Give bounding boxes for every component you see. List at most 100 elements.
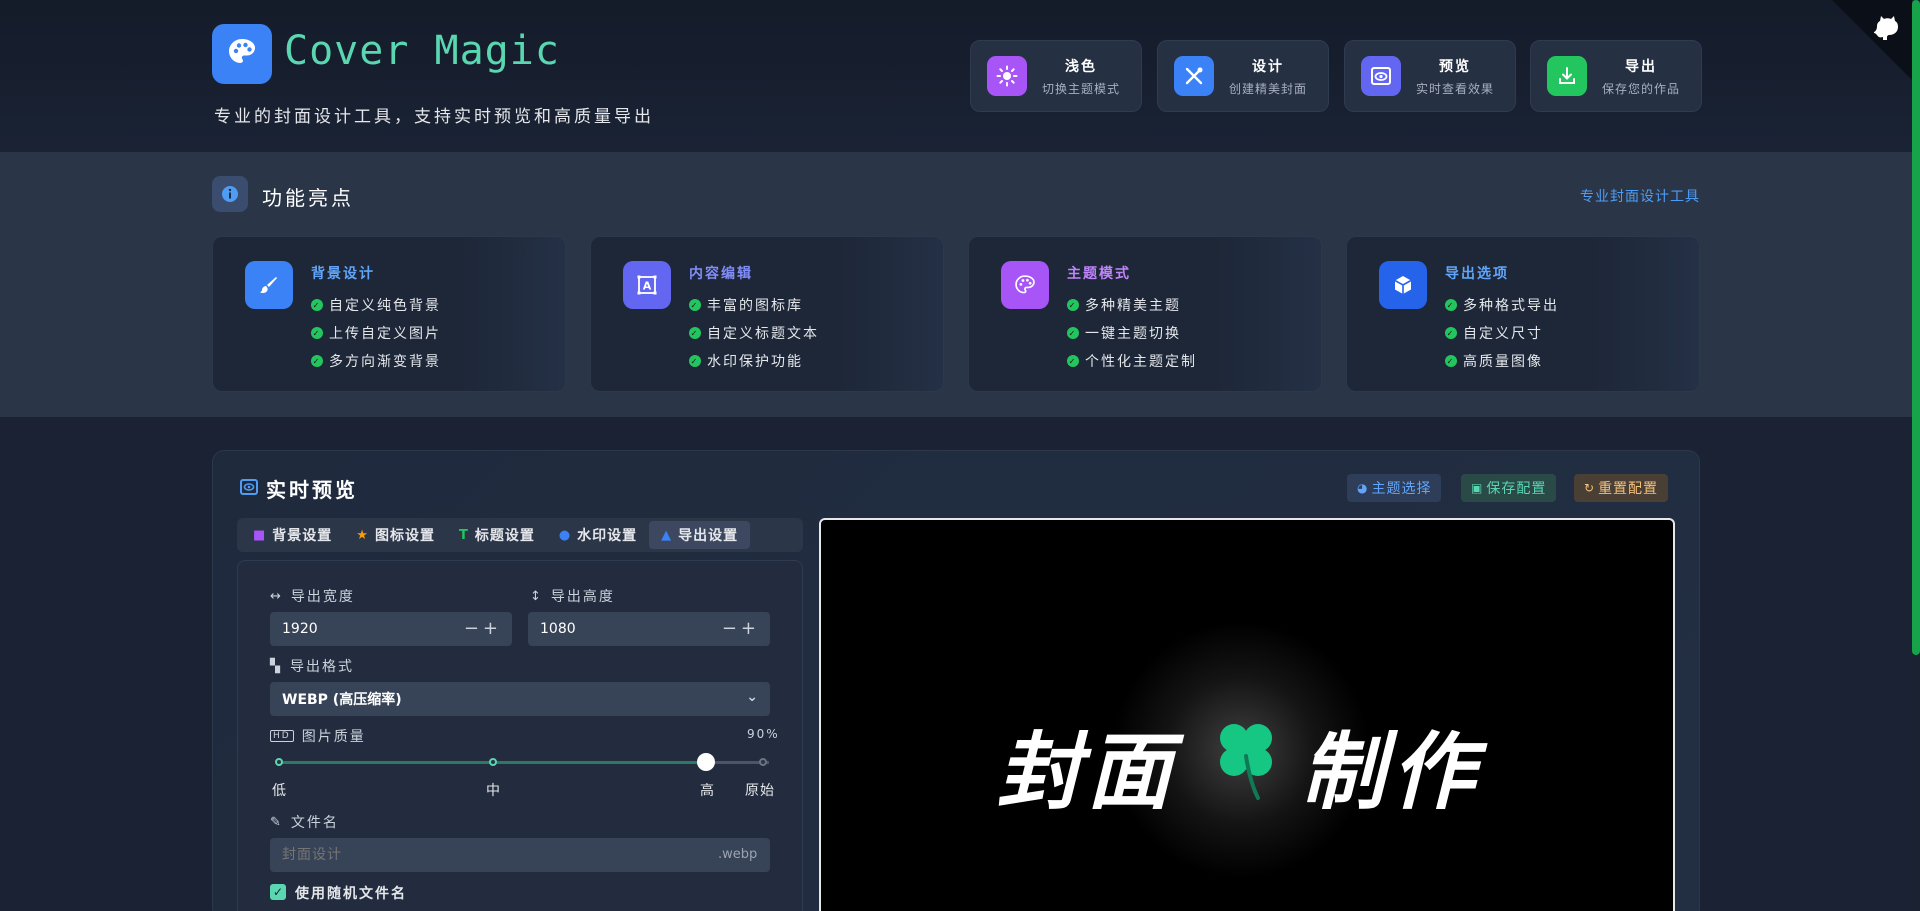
button-label: 导出 — [1625, 58, 1657, 75]
chevron-down-icon: ⌄ — [746, 689, 758, 705]
settings-tabs: ■ 背景设置 ★ 图标设置 T 标题设置 ● 水印设置 ▲ 导出设置 — [237, 518, 803, 552]
height-input[interactable]: 1080 −+ — [528, 612, 770, 646]
check-circle-icon: ✓ — [1067, 327, 1079, 339]
card-item-text: 水印保护功能 — [707, 354, 803, 370]
button-label: 浅色 — [1065, 58, 1097, 75]
brand-title: Cover Magic — [284, 28, 560, 74]
select-value: WEBP (高压缩率) — [282, 692, 402, 708]
card-item-text: 个性化主题定制 — [1085, 354, 1197, 370]
slider-label-original: 原始 — [745, 783, 775, 799]
save-config-button[interactable]: ▣ 保存配置 — [1461, 474, 1557, 502]
palette-icon: ◕ — [1357, 481, 1369, 495]
features-link[interactable]: 专业封面设计工具 — [1580, 186, 1700, 206]
card-item-text: 丰富的图标库 — [707, 298, 803, 314]
quality-slider-track[interactable] — [277, 761, 769, 764]
button-label: 设计 — [1252, 58, 1284, 75]
card-item-text: 多种格式导出 — [1463, 298, 1559, 314]
list-item: ✓ 多种格式导出 — [1445, 291, 1559, 319]
list-item: ✓ 丰富的图标库 — [689, 291, 819, 319]
random-filename-checkbox[interactable]: ✓ — [270, 884, 286, 900]
slider-label-low: 低 — [272, 783, 287, 799]
square-icon: ■ — [253, 527, 267, 543]
filename-input[interactable] — [270, 838, 770, 872]
button-desc: 切换主题模式 — [1041, 81, 1120, 96]
tab-watermark[interactable]: ● 水印设置 — [547, 521, 649, 549]
label-text: 导出高度 — [550, 589, 615, 605]
input-value: 1920 — [282, 621, 318, 637]
design-button[interactable]: 设计 创建精美封面 — [1157, 40, 1329, 112]
cover-preview-canvas: 封面 制作 — [819, 518, 1675, 911]
card-item-text: 高质量图像 — [1463, 354, 1543, 370]
hd-icon: HD — [270, 730, 294, 742]
export-button[interactable]: 导出 保存您的作品 — [1530, 40, 1702, 112]
card-title: 内容编辑 — [689, 266, 753, 282]
slider-tick — [759, 758, 767, 766]
button-label: 主题选择 — [1371, 481, 1432, 497]
tab-export[interactable]: ▲ 导出设置 — [649, 521, 751, 549]
tab-label: 图标设置 — [374, 528, 435, 544]
brand-logo — [212, 24, 272, 84]
tab-icon[interactable]: ★ 图标设置 — [344, 521, 447, 549]
github-octocat-icon[interactable] — [1866, 12, 1904, 50]
format-select[interactable]: WEBP (高压缩率) ⌄ — [270, 682, 770, 716]
stepper-icons[interactable]: −+ — [722, 618, 760, 639]
theme-toggle-button[interactable]: 浅色 切换主题模式 — [970, 40, 1142, 112]
brand-subtitle: 专业的封面设计工具，支持实时预览和高质量导出 — [214, 107, 654, 127]
feature-card-background: 背景设计 ✓ 自定义纯色背景 ✓ 上传自定义图片 ✓ 多方向渐变背景 — [212, 236, 566, 392]
button-desc: 实时查看效果 — [1415, 81, 1494, 96]
palette-icon — [226, 36, 258, 72]
theme-select-button[interactable]: ◕ 主题选择 — [1347, 474, 1442, 502]
slider-label-high: 高 — [700, 783, 715, 799]
reset-config-button[interactable]: ↻ 重置配置 — [1574, 474, 1669, 502]
card-item-text: 多方向渐变背景 — [329, 354, 441, 370]
tab-label: 导出设置 — [678, 528, 739, 544]
list-item: ✓ 上传自定义图片 — [311, 319, 441, 347]
height-label: ↕ 导出高度 — [530, 586, 615, 606]
reset-icon: ↻ — [1584, 481, 1596, 495]
export-icon: ▲ — [661, 527, 673, 543]
tab-title[interactable]: T 标题设置 — [447, 521, 547, 549]
button-label: 重置配置 — [1598, 481, 1659, 497]
check-circle-icon: ✓ — [689, 355, 701, 367]
slider-tick — [489, 758, 497, 766]
width-input[interactable]: 1920 −+ — [270, 612, 512, 646]
card-title: 导出选项 — [1445, 266, 1509, 282]
check-circle-icon: ✓ — [1445, 299, 1457, 311]
feature-card-content: A 内容编辑 ✓ 丰富的图标库 ✓ 自定义标题文本 ✓ 水印保护功能 — [590, 236, 944, 392]
save-icon: ▣ — [1471, 481, 1484, 495]
card-item-text: 上传自定义图片 — [329, 326, 441, 342]
random-filename-label: 使用随机文件名 — [295, 886, 407, 902]
input-value: 1080 — [540, 621, 576, 637]
filename-label: ✎ 文件名 — [270, 812, 339, 832]
stepper-icons[interactable]: −+ — [464, 618, 502, 639]
arrows-horizontal-icon: ↔ — [270, 588, 283, 604]
list-item: ✓ 高质量图像 — [1445, 347, 1559, 375]
label-text: 文件名 — [290, 815, 339, 831]
feature-card-theme: 主题模式 ✓ 多种精美主题 ✓ 一键主题切换 ✓ 个性化主题定制 — [968, 236, 1322, 392]
check-circle-icon: ✓ — [1067, 299, 1079, 311]
scrollbar-thumb[interactable] — [1912, 0, 1920, 655]
tab-label: 标题设置 — [474, 528, 535, 544]
check-circle-icon: ✓ — [689, 299, 701, 311]
check-circle-icon: ✓ — [1445, 327, 1457, 339]
format-label: ▚ 导出格式 — [270, 656, 354, 676]
label-text: 导出格式 — [290, 659, 354, 675]
check-circle-icon: ✓ — [689, 327, 701, 339]
tab-background[interactable]: ■ 背景设置 — [241, 521, 344, 549]
card-item-text: 一键主题切换 — [1085, 326, 1181, 342]
arrows-vertical-icon: ↕ — [530, 588, 543, 604]
quality-slider-knob[interactable] — [697, 753, 715, 771]
star-icon: ★ — [356, 527, 369, 543]
label-text: 导出宽度 — [290, 589, 355, 605]
slider-label-mid: 中 — [486, 783, 501, 799]
brush-icon — [245, 261, 293, 309]
preview-button[interactable]: 预览 实时查看效果 — [1344, 40, 1516, 112]
button-label: 预览 — [1439, 58, 1471, 75]
features-title: 功能亮点 — [262, 186, 354, 210]
download-icon — [1547, 56, 1587, 96]
text-frame-icon: A — [623, 261, 671, 309]
droplet-icon: ● — [558, 527, 572, 543]
sun-icon — [987, 56, 1027, 96]
slider-tick — [275, 758, 283, 766]
card-item-text: 自定义纯色背景 — [329, 298, 441, 314]
